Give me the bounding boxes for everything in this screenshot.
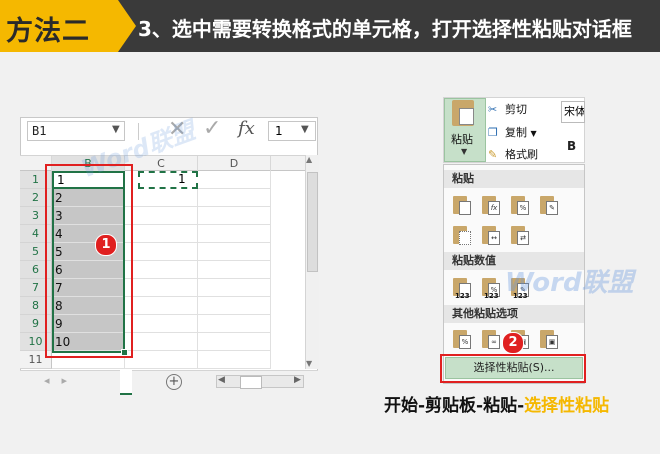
section-header-other-paste-options: 其他粘贴选项 xyxy=(444,305,584,323)
paste-link-icon[interactable]: ∞ xyxy=(482,328,504,352)
method-tag-arrow xyxy=(118,0,136,52)
sheet-nav-arrows-icon[interactable]: ◂▸ xyxy=(44,374,79,387)
callout-badge-2: 2 xyxy=(502,332,524,354)
menu-path-caption: 开始-剪贴板-粘贴-选择性粘贴 xyxy=(384,391,609,416)
cell[interactable] xyxy=(125,297,198,315)
paste-option-no-borders-icon[interactable] xyxy=(453,224,475,248)
cell[interactable] xyxy=(125,207,198,225)
section-header-paste: 粘贴 xyxy=(444,170,584,188)
bold-button[interactable]: B xyxy=(567,139,576,153)
cell[interactable] xyxy=(198,225,271,243)
chevron-down-icon[interactable]: ▼ xyxy=(531,129,537,138)
scroll-up-icon[interactable]: ▲ xyxy=(306,155,312,164)
paste-linked-picture-icon[interactable]: ▣ xyxy=(540,328,562,352)
copy-marquee-c1[interactable] xyxy=(138,171,198,189)
menu-path-highlight: 选择性粘贴 xyxy=(524,396,610,416)
chevron-down-icon[interactable]: ▼ xyxy=(301,124,309,135)
chevron-down-icon[interactable]: ▼ xyxy=(112,124,120,135)
chevron-down-icon[interactable]: ▼ xyxy=(461,147,467,156)
cell[interactable] xyxy=(125,333,198,351)
paste-sheet-icon xyxy=(459,108,474,125)
cell[interactable] xyxy=(198,243,271,261)
callout-badge-1: 1 xyxy=(95,234,117,256)
paste-option-formulas-icon[interactable]: fx xyxy=(482,194,504,218)
cut-button[interactable]: ✂ 剪切 xyxy=(488,101,527,117)
method-label: 方法二 xyxy=(6,16,90,47)
checkmark-icon[interactable]: ✓ xyxy=(203,116,221,141)
watermark-logo: Word联盟 xyxy=(505,268,634,298)
cell[interactable] xyxy=(125,189,198,207)
copy-button[interactable]: ❐ 复制 ▼ xyxy=(488,124,537,140)
cell[interactable] xyxy=(198,333,271,351)
callout-box-2 xyxy=(440,354,586,383)
scroll-left-icon[interactable]: ◀ xyxy=(218,375,225,385)
copy-icon: ❐ xyxy=(488,126,498,139)
step-title: 3、选中需要转换格式的单元格，打开选择性粘贴对话框 xyxy=(138,17,632,41)
font-name-input[interactable]: 宋体 xyxy=(561,101,585,123)
paste-formatting-icon[interactable]: % xyxy=(453,328,475,352)
paste-option-formulas-number-format-icon[interactable]: % xyxy=(511,194,533,218)
cell[interactable] xyxy=(125,351,198,369)
cell[interactable] xyxy=(125,225,198,243)
paste-option-keep-column-widths-icon[interactable]: ↔ xyxy=(482,224,504,248)
cell[interactable] xyxy=(198,279,271,297)
menu-path-prefix: 开始-剪贴板-粘贴- xyxy=(384,396,525,416)
cell[interactable] xyxy=(125,261,198,279)
cell[interactable] xyxy=(198,351,271,369)
cell[interactable] xyxy=(125,279,198,297)
paste-values-icon[interactable]: 123 xyxy=(453,276,475,300)
paintbrush-icon: ✎ xyxy=(488,148,498,161)
paste-values-number-format-icon[interactable]: % 123 xyxy=(482,276,504,300)
format-painter-label: 格式刷 xyxy=(505,148,538,161)
scissors-icon: ✂ xyxy=(488,103,498,116)
values-mark: 123 xyxy=(484,292,499,300)
cell[interactable] xyxy=(198,297,271,315)
cell[interactable] xyxy=(125,315,198,333)
cell[interactable] xyxy=(198,261,271,279)
values-mark: 123 xyxy=(455,292,470,300)
insert-function-icon[interactable]: fx xyxy=(238,118,255,139)
sheet-tab[interactable] xyxy=(120,370,132,395)
paste-option-transpose-icon[interactable]: ⇄ xyxy=(511,224,533,248)
cell[interactable] xyxy=(198,315,271,333)
paste-option-keep-source-format-icon[interactable]: ✎ xyxy=(540,194,562,218)
vertical-scroll-thumb[interactable] xyxy=(307,172,318,272)
cell[interactable] xyxy=(125,243,198,261)
scroll-right-icon[interactable]: ▶ xyxy=(294,375,301,385)
horizontal-scroll-thumb[interactable] xyxy=(240,376,262,389)
cell-c1-value: 1 xyxy=(178,172,186,186)
column-header-d[interactable]: D xyxy=(198,156,271,171)
cell[interactable] xyxy=(198,171,271,189)
format-painter-button[interactable]: ✎ 格式刷 xyxy=(488,146,538,162)
cut-label: 剪切 xyxy=(505,103,527,116)
paste-label: 粘贴 xyxy=(451,133,473,146)
callout-box-1 xyxy=(45,164,133,358)
scroll-down-icon[interactable]: ▼ xyxy=(306,359,312,368)
cell[interactable] xyxy=(198,189,271,207)
paste-option-paste-icon[interactable] xyxy=(453,194,475,218)
copy-label: 复制 xyxy=(505,126,527,139)
add-sheet-icon[interactable]: + xyxy=(166,374,182,390)
cell[interactable] xyxy=(198,207,271,225)
